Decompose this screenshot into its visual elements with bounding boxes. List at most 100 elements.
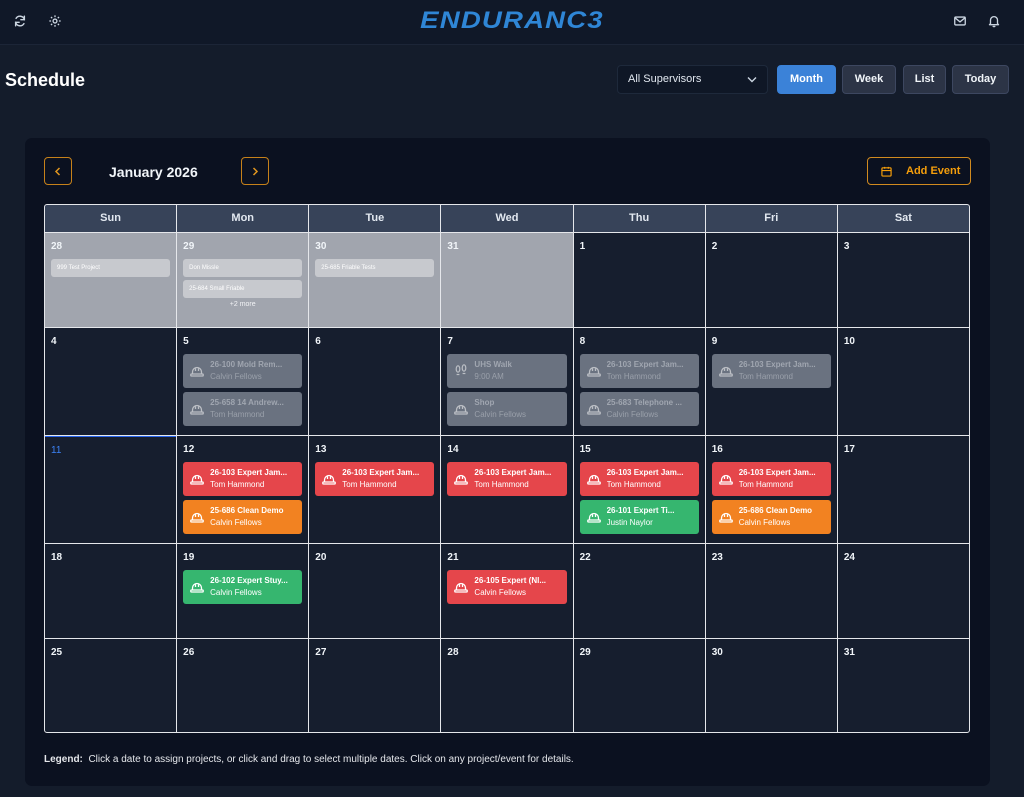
day-cell[interactable]: 21 26-105 Expert (Nl... Calvin Fellows <box>441 544 573 638</box>
event-card[interactable]: 26-103 Expert Jam... Tom Hammond <box>711 354 831 388</box>
day-cell[interactable]: 30 25-685 Friable Tests <box>309 233 441 327</box>
day-cell[interactable]: 7 UHS Walk 9:00 AM Shop Calvin Fellows <box>441 328 573 435</box>
weekday-header: Mon <box>177 205 309 232</box>
event-card[interactable]: 26-102 Expert Stuy... Calvin Fellows <box>183 570 303 604</box>
day-number: 5 <box>183 336 189 347</box>
day-cell[interactable]: 30 <box>705 639 837 732</box>
day-cell[interactable]: 20 <box>309 544 441 638</box>
day-cell[interactable]: 28 999 Test Project <box>45 233 177 327</box>
event-pill[interactable]: Don Missle <box>183 259 303 277</box>
day-number: 12 <box>183 444 195 455</box>
week-view-button[interactable]: Week <box>842 65 896 94</box>
day-number: 27 <box>315 647 327 658</box>
day-cell[interactable]: 15 26-103 Expert Jam... Tom Hammond 26-101 … <box>573 436 705 543</box>
event-pill[interactable]: 25-685 Friable Tests <box>315 259 435 277</box>
event-card[interactable]: 26-103 Expert Jam... Tom Hammond <box>579 462 699 496</box>
today-button[interactable]: Today <box>952 65 1009 94</box>
event-pill[interactable]: 25-684 Small Friable <box>183 280 303 298</box>
day-cell[interactable]: 10 <box>837 328 969 435</box>
day-cell[interactable]: 9 26-103 Expert Jam... Tom Hammond <box>705 328 837 435</box>
day-number: 9 <box>711 336 718 347</box>
event-card[interactable]: 26-103 Expert Jam... Tom Hammond <box>315 462 435 496</box>
day-cell[interactable]: 17 <box>837 436 969 543</box>
supervisor-select[interactable]: All Supervisors <box>617 65 768 94</box>
event-subtitle: Tom Hammond <box>210 480 265 489</box>
event-card[interactable]: 25-686 Clean Demo Calvin Fellows <box>183 500 303 534</box>
event-card[interactable]: 26-101 Expert Ti... Justin Naylor <box>579 500 699 534</box>
day-cell[interactable]: 29 Don Missle 25-684 Small Friable +2 more <box>177 233 309 327</box>
day-cell[interactable]: 12 26-103 Expert Jam... Tom Hammond 25-686 … <box>177 436 309 543</box>
day-cell[interactable]: 3 <box>837 233 969 327</box>
day-cell[interactable]: 8 26-103 Expert Jam... Tom Hammond 25-683 T… <box>573 328 705 435</box>
day-cell[interactable]: 31 <box>837 639 969 732</box>
day-cell[interactable]: 6 <box>309 328 441 435</box>
event-card[interactable]: 26-103 Expert Jam... Tom Hammond <box>711 462 831 496</box>
event-title: 26-103 Expert Jam... <box>738 468 816 477</box>
day-number: 19 <box>183 552 195 563</box>
day-number: 10 <box>843 336 855 347</box>
day-cell[interactable]: 25 <box>45 639 177 732</box>
month-view-button[interactable]: Month <box>777 65 836 94</box>
event-card[interactable]: 25-683 Telephone ... Calvin Fellows <box>579 392 699 426</box>
day-number: 24 <box>843 552 855 563</box>
event-title: 26-103 Expert Jam... <box>738 360 816 369</box>
day-cell[interactable]: 29 <box>573 639 705 732</box>
day-cell[interactable]: 14 26-103 Expert Jam... Tom Hammond <box>441 436 573 543</box>
day-cell[interactable]: 28 <box>441 639 573 732</box>
list-view-button[interactable]: List <box>903 65 946 94</box>
day-cell[interactable]: 2 <box>705 233 837 327</box>
event-card[interactable]: 26-103 Expert Jam... Tom Hammond <box>579 354 699 388</box>
month-title: January 2026 <box>109 164 198 180</box>
event-card[interactable]: UHS Walk 9:00 AM <box>447 354 567 388</box>
day-cell[interactable]: 1 <box>573 233 705 327</box>
day-cell[interactable]: 13 26-103 Expert Jam... Tom Hammond <box>309 436 441 543</box>
app-logo[interactable]: ENDURANC3 <box>0 7 1024 35</box>
event-card[interactable]: 26-100 Mold Rem... Calvin Fellows <box>183 354 303 388</box>
event-pill[interactable]: 999 Test Project <box>51 259 171 277</box>
mail-icon[interactable] <box>953 14 967 28</box>
chevron-down-icon <box>747 77 757 83</box>
event-subtitle: Calvin Fellows <box>210 518 262 527</box>
bell-icon[interactable] <box>987 14 1001 28</box>
day-cell[interactable]: 5 26-100 Mold Rem... Calvin Fellows 25-658 … <box>177 328 309 435</box>
day-cell[interactable]: 16 26-103 Expert Jam... Tom Hammond 25-686 … <box>705 436 837 543</box>
day-cell[interactable]: 19 26-102 Expert Stuy... Calvin Fellows <box>177 544 309 638</box>
day-number: 1 <box>579 241 586 252</box>
day-cell[interactable]: 24 <box>837 544 969 638</box>
day-cell[interactable]: 26 <box>177 639 309 732</box>
day-cell[interactable]: 18 <box>45 544 177 638</box>
day-number: 23 <box>711 552 723 563</box>
event-title: 26-105 Expert (Nl... <box>474 576 547 585</box>
supervisor-select-value: All Supervisors <box>628 73 702 85</box>
day-number: 3 <box>843 241 850 252</box>
day-number: 7 <box>447 336 453 347</box>
event-title: 26-103 Expert Jam... <box>606 468 684 477</box>
event-card[interactable]: 26-105 Expert (Nl... Calvin Fellows <box>447 570 567 604</box>
event-subtitle: Tom Hammond <box>210 410 265 419</box>
event-card[interactable]: 26-103 Expert Jam... Tom Hammond <box>183 462 303 496</box>
day-cell[interactable]: 22 <box>573 544 705 638</box>
day-cell[interactable]: 23 <box>705 544 837 638</box>
event-card[interactable]: 25-686 Clean Demo Calvin Fellows <box>711 500 831 534</box>
hardhat-icon <box>189 401 205 417</box>
event-card[interactable]: 25-658 14 Andrew... Tom Hammond <box>183 392 303 426</box>
event-subtitle: Justin Naylor <box>606 518 653 527</box>
day-cell[interactable]: 11 <box>45 436 177 543</box>
event-card[interactable]: 26-103 Expert Jam... Tom Hammond <box>447 462 567 496</box>
next-month-button[interactable] <box>241 157 269 185</box>
calendar-grid: Sun Mon Tue Wed Thu Fri Sat 28 999 Test Project 2… <box>44 204 970 733</box>
weekday-header: Sat <box>837 205 969 232</box>
add-event-button[interactable]: Add Event <box>867 157 971 185</box>
day-number: 11 <box>51 445 62 456</box>
prev-month-button[interactable] <box>44 157 72 185</box>
day-number: 22 <box>579 552 591 563</box>
day-cell[interactable]: 4 <box>45 328 177 435</box>
hardhat-icon <box>453 401 469 417</box>
day-cell[interactable]: 27 <box>309 639 441 732</box>
more-events-link[interactable]: +2 more <box>183 301 302 308</box>
event-card[interactable]: Shop Calvin Fellows <box>447 392 567 426</box>
day-number: 29 <box>579 647 591 658</box>
day-cell[interactable]: 31 <box>441 233 573 327</box>
event-subtitle: Calvin Fellows <box>738 518 791 527</box>
day-number: 30 <box>315 241 327 252</box>
